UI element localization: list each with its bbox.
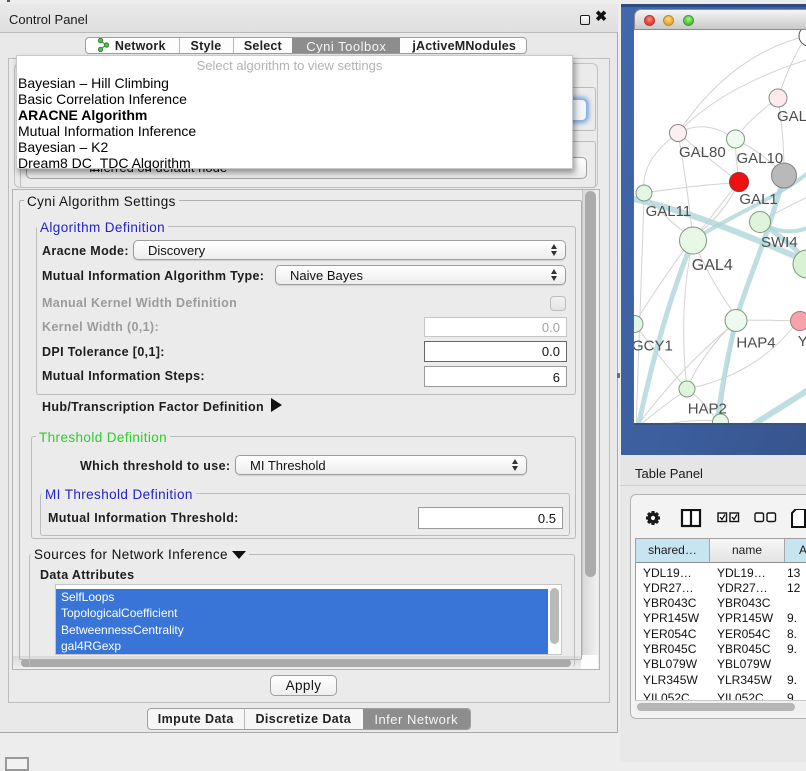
svg-text:GAL4: GAL4 xyxy=(692,257,733,274)
svg-text:Y: Y xyxy=(798,333,806,350)
svg-text:HAP4: HAP4 xyxy=(736,335,775,352)
svg-text:GAL11: GAL11 xyxy=(646,203,692,220)
svg-text:GAL7: GAL7 xyxy=(777,108,806,125)
svg-text:GAL10: GAL10 xyxy=(737,150,784,167)
svg-text:GAL1: GAL1 xyxy=(739,191,777,208)
svg-text:GAL80: GAL80 xyxy=(679,144,726,161)
svg-text:GCY1: GCY1 xyxy=(634,338,673,355)
svg-text:SWI4: SWI4 xyxy=(761,234,798,251)
svg-text:HAP2: HAP2 xyxy=(688,401,727,418)
